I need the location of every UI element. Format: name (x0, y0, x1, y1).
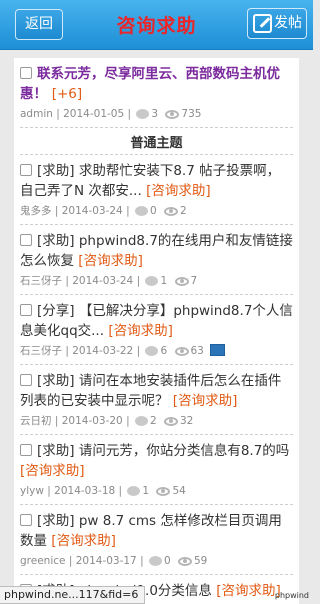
list-item[interactable]: [分享] 【已解决分享】phpwind8.7个人信息美化qq交... [咨询求助… (20, 295, 293, 365)
thread-meta: admin | 2014-01-05 | 3 735 (20, 108, 202, 120)
comment-icon (134, 206, 148, 216)
eye-icon (165, 110, 180, 119)
select-checkbox[interactable] (20, 444, 32, 456)
thread-title[interactable]: [求助] phpwind8.7的在线用户和友情链接怎么恢复 (20, 233, 293, 269)
list-item[interactable]: [求助] pw 8.7 cms 怎样修改栏目页调用数量 [咨询求助] green… (20, 505, 293, 575)
thread-author[interactable]: 石三伢子 (20, 275, 62, 287)
category-tag[interactable]: [咨询求助] (20, 463, 85, 479)
thread-date: 2014-03-17 (75, 555, 137, 567)
section-title: 普通主题 (20, 128, 293, 155)
eye-icon (164, 207, 178, 216)
thread-author[interactable]: admin (20, 108, 53, 120)
view-count: 59 (193, 555, 208, 567)
thread-date: 2014-03-20 (61, 415, 123, 427)
reply-count: 6 (160, 345, 168, 357)
app: 返回 咨询求助 发帖 联系元芳，尽享阿里云、西部数码主机优惠！ [+6] adm… (0, 0, 313, 604)
category-tag[interactable]: [咨询求助] (51, 533, 116, 549)
thread-author[interactable]: ylyw (20, 485, 44, 497)
eye-icon (156, 487, 171, 496)
eye-icon (174, 347, 189, 356)
select-checkbox[interactable] (20, 514, 32, 526)
thread-date: 2014-03-24 (72, 275, 134, 287)
select-checkbox[interactable] (20, 234, 32, 246)
eye-icon (174, 277, 189, 286)
view-count: 32 (180, 415, 194, 427)
category-tag[interactable]: [咨询求助] (216, 583, 281, 599)
category-tag[interactable]: [咨询求助] (173, 393, 238, 409)
new-post-label: 发帖 (274, 15, 302, 31)
sticky-thread[interactable]: 联系元芳，尽享阿里云、西部数码主机优惠！ [+6] admin | 2014-0… (20, 58, 293, 128)
category-tag[interactable]: [咨询求助] (146, 183, 211, 199)
comment-icon (127, 486, 141, 496)
thread-title[interactable]: [求助] 请问元芳，你站分类信息有8.7的吗 (37, 443, 289, 459)
thread-title[interactable]: [求助] 请问在本地安装插件后怎么在插件列表的已安装中显示呢？ (20, 373, 281, 409)
comment-icon (148, 556, 162, 566)
edit-icon (253, 14, 272, 33)
comment-icon (136, 109, 150, 119)
image-icon (209, 344, 225, 356)
eye-icon (164, 417, 178, 426)
list-item[interactable]: [求助] 求助帮忙安装下8.7 帖子投票啊，自己弄了N 次都安... [咨询求助… (20, 155, 293, 225)
eye-icon (177, 557, 192, 566)
header: 返回 咨询求助 发帖 (0, 0, 313, 50)
select-checkbox[interactable] (20, 67, 32, 79)
reply-count: 2 (149, 415, 157, 427)
comment-icon (145, 346, 159, 356)
list-item[interactable]: [求助] phpwind8.7的在线用户和友情链接怎么恢复 [咨询求助] 石三伢… (20, 225, 293, 295)
thread-author[interactable]: 鬼多多 (20, 205, 52, 217)
thread-title-line[interactable]: 联系元芳，尽享阿里云、西部数码主机优惠！ [+6] (20, 64, 293, 104)
thread-author[interactable]: 石三伢子 (20, 345, 62, 357)
reply-count: 3 (151, 108, 159, 120)
status-bar-url: phpwind.ne...117&fid=6 (0, 586, 146, 604)
list-item[interactable]: [求助] 请问在本地安装插件后怎么在插件列表的已安装中显示呢？ [咨询求助] 云… (20, 365, 293, 435)
list-item[interactable]: [求助] 请问元芳，你站分类信息有8.7的吗 [咨询求助] ylyw | 201… (20, 435, 293, 505)
reply-count: 1 (160, 275, 168, 287)
thread-date: 2014-03-22 (72, 345, 134, 357)
category-tag[interactable]: [咨询求助] (108, 323, 173, 339)
select-checkbox[interactable] (20, 374, 32, 386)
reply-count: 0 (149, 205, 157, 217)
view-count: 735 (181, 108, 202, 120)
new-post-button[interactable]: 发帖 (247, 8, 307, 39)
select-checkbox[interactable] (20, 304, 32, 316)
thread-author[interactable]: 云日初 (20, 415, 52, 427)
select-checkbox[interactable] (20, 164, 32, 176)
thread-author[interactable]: greenice (20, 555, 65, 567)
comment-icon (134, 416, 148, 426)
reply-count-badge: [+6] (51, 86, 83, 102)
thread-date: 2014-03-18 (54, 485, 116, 497)
view-count: 54 (172, 485, 186, 497)
view-count: 2 (180, 205, 187, 217)
thread-date: 2014-03-24 (61, 205, 123, 217)
reply-count: 1 (142, 485, 150, 497)
thread-list: 联系元芳，尽享阿里云、西部数码主机优惠！ [+6] admin | 2014-0… (14, 58, 299, 604)
view-count: 63 (190, 345, 204, 357)
category-tag[interactable]: [咨询求助] (78, 253, 143, 269)
watermark: phpwind (274, 591, 309, 600)
view-count: 7 (190, 275, 198, 287)
comment-icon (145, 276, 159, 286)
thread-date: 2014-01-05 (63, 108, 125, 120)
reply-count: 0 (163, 555, 171, 567)
